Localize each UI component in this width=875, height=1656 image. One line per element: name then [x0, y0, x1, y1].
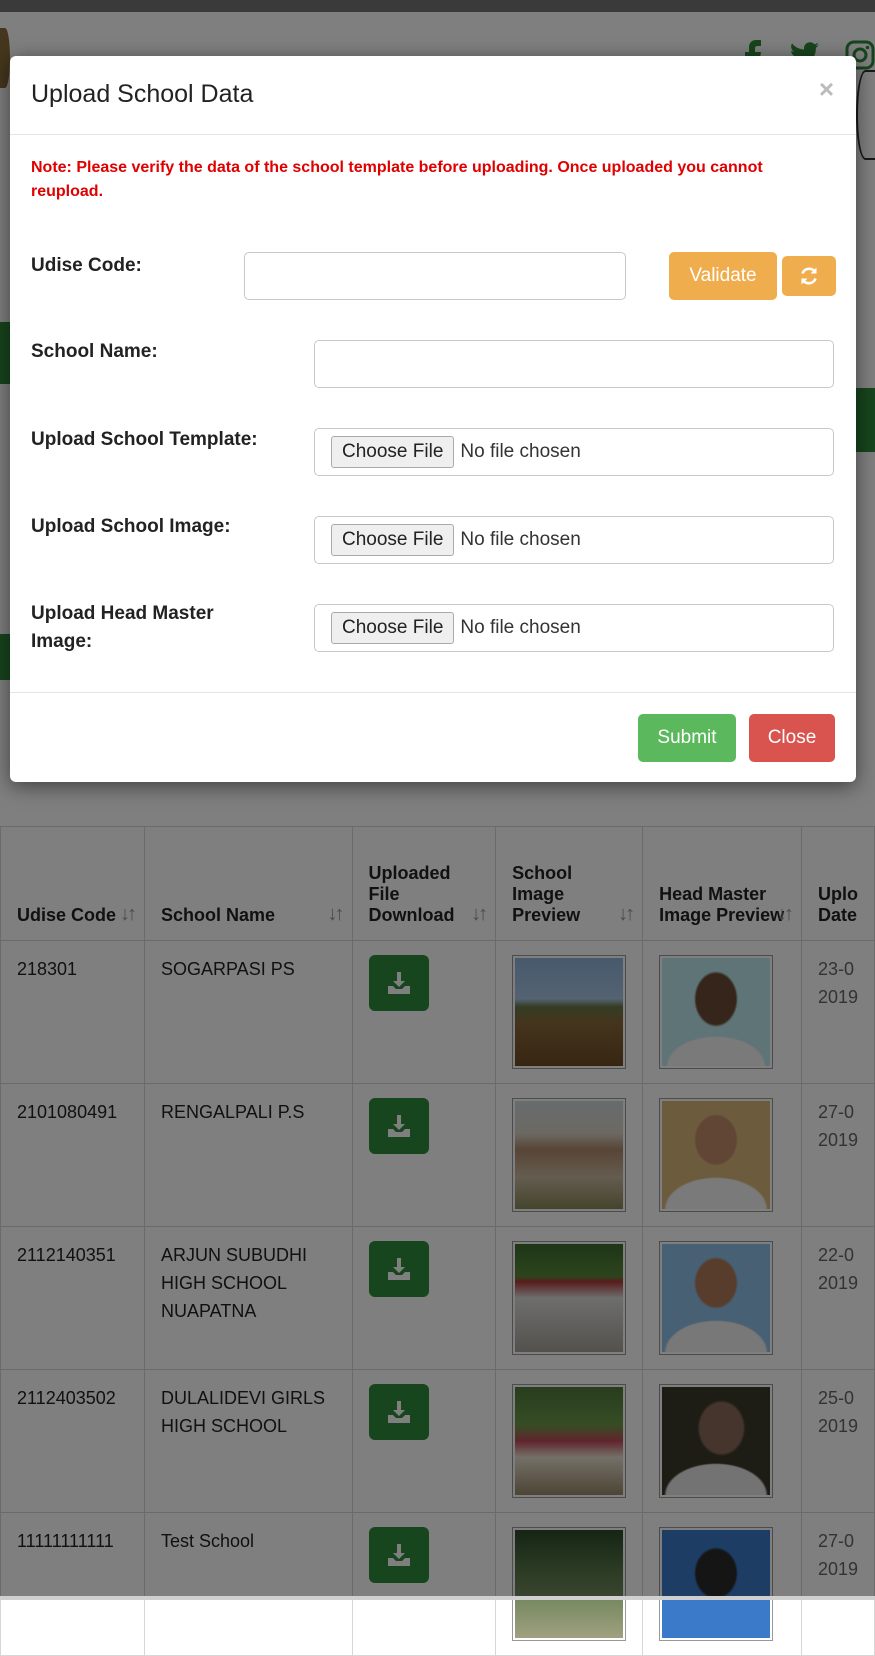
choose-file-button[interactable]: Choose File [331, 612, 455, 644]
browser-top-bar [0, 0, 875, 12]
udise-code-input[interactable] [244, 252, 626, 300]
choose-file-button[interactable]: Choose File [331, 524, 455, 556]
upload-school-data-modal: Upload School Data × Note: Please verify… [10, 56, 856, 782]
udise-code-label: Udise Code: [31, 255, 142, 276]
validate-button[interactable]: Validate [669, 252, 777, 300]
no-file-text: No file chosen [460, 529, 581, 550]
bottom-scroll-bar [0, 1596, 875, 1600]
school-name-label: School Name: [31, 341, 158, 362]
submit-button[interactable]: Submit [638, 714, 736, 762]
upload-school-image-file-input[interactable]: Choose File No file chosen [314, 516, 834, 564]
upload-template-label: Upload School Template: [31, 429, 258, 450]
upload-school-image-label: Upload School Image: [31, 516, 231, 537]
upload-hm-image-label: Upload Head Master Image: [31, 603, 214, 652]
close-icon[interactable]: × [819, 74, 834, 105]
school-name-input[interactable] [314, 340, 834, 388]
upload-hm-image-file-input[interactable]: Choose File No file chosen [314, 604, 834, 652]
no-file-text: No file chosen [460, 441, 581, 462]
upload-template-file-input[interactable]: Choose File No file chosen [314, 428, 834, 476]
choose-file-button[interactable]: Choose File [331, 436, 455, 468]
no-file-text: No file chosen [460, 617, 581, 638]
close-button[interactable]: Close [749, 714, 835, 762]
modal-header: Upload School Data × [10, 56, 856, 135]
modal-footer-divider [10, 692, 856, 693]
refresh-icon [801, 267, 817, 285]
refresh-button[interactable] [782, 256, 836, 296]
upload-note: Note: Please verify the data of the scho… [31, 159, 763, 200]
modal-title: Upload School Data [31, 80, 254, 108]
